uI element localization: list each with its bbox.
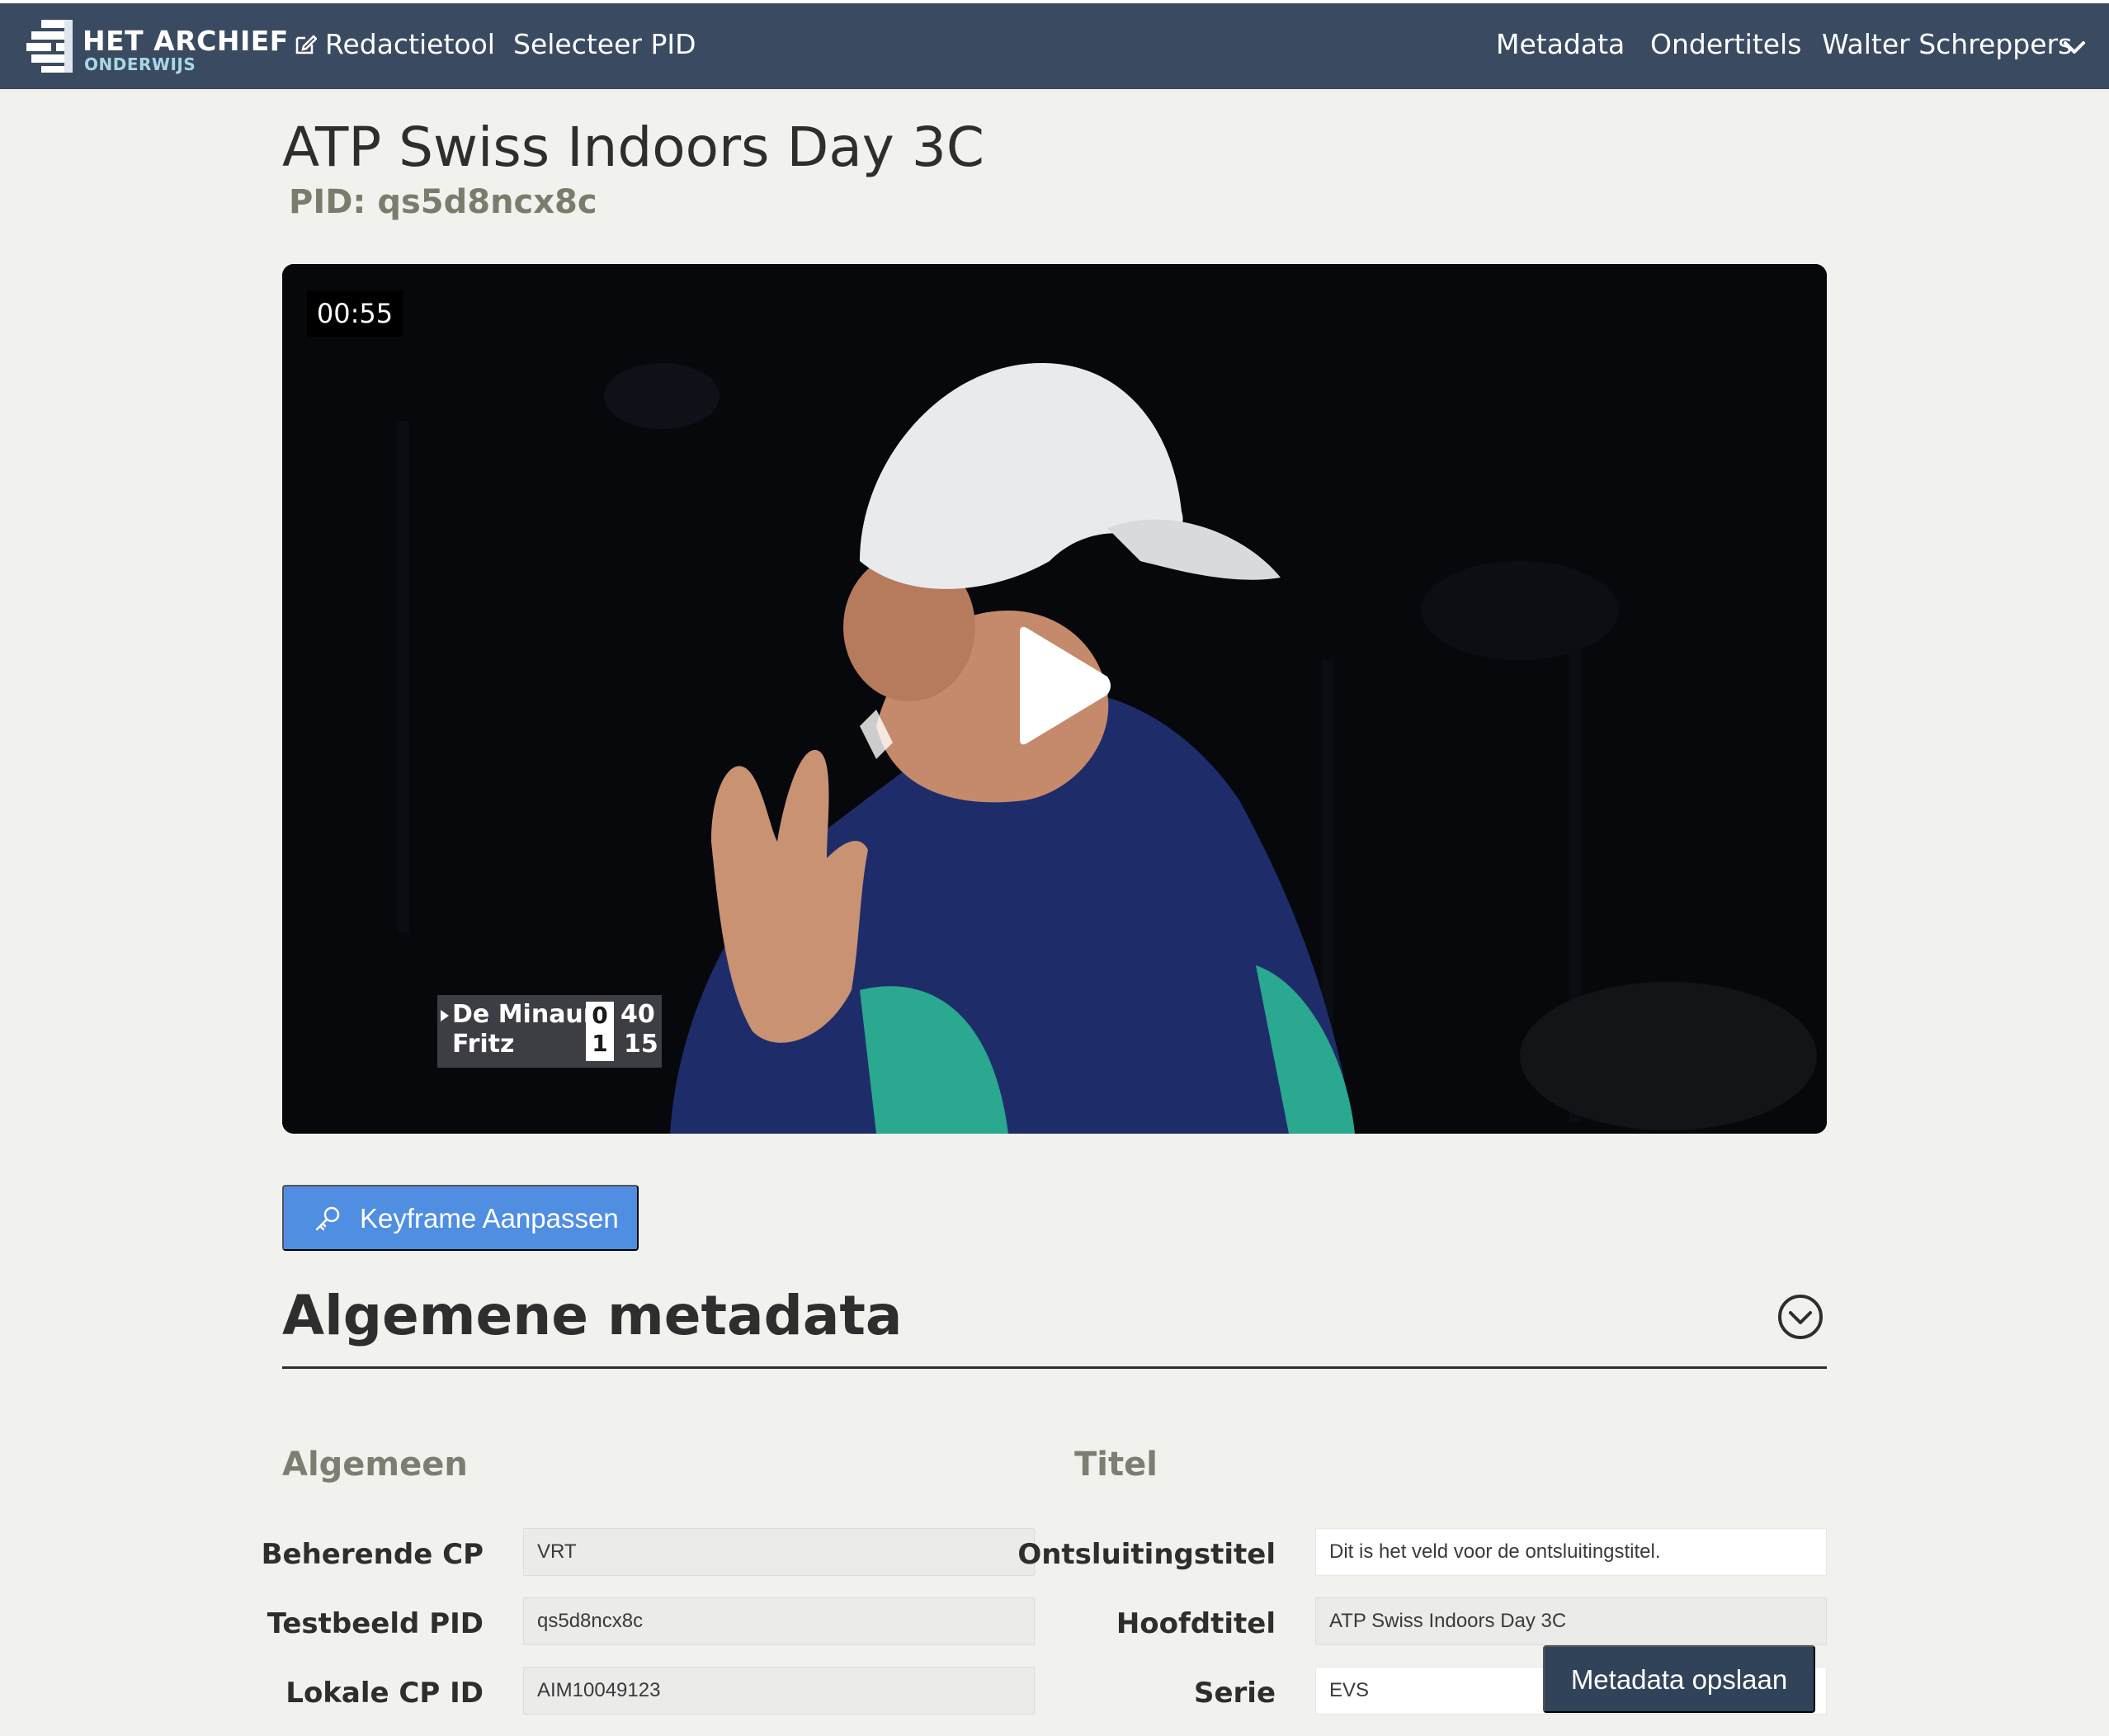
ontsluitingstitel-field[interactable]: Dit is het veld voor de ontsluitingstite… [1315, 1528, 1827, 1576]
group-heading-algemeen: Algemeen [282, 1446, 468, 1484]
nav-redactietool-label: Redactietool [325, 28, 495, 60]
score-set2: 1 [592, 1030, 608, 1057]
nav-selecteer-pid[interactable]: Selecteer PID [513, 28, 696, 60]
testbeeld-pid-field[interactable]: qs5d8ncx8c [523, 1597, 1035, 1645]
group-heading-titel: Titel [1074, 1446, 1158, 1484]
score-player2: Fritz [452, 1030, 515, 1059]
collapse-chevron-icon[interactable] [1777, 1294, 1824, 1340]
score-set1: 0 [592, 1002, 608, 1029]
score-game2: 15 [624, 1030, 658, 1059]
ontsluitingstitel-label: Ontsluitingstitel [1017, 1538, 1276, 1571]
key-icon [315, 1206, 340, 1231]
page-title: ATP Swiss Indoors Day 3C [282, 116, 984, 179]
score-player1: De Minaur [452, 1000, 596, 1029]
lokale-cp-id-label: Lokale CP ID [285, 1677, 484, 1710]
nav-redactietool[interactable]: Redactietool [294, 28, 495, 60]
score-sets: 0 1 [586, 1002, 614, 1061]
chevron-down-icon [2064, 41, 2085, 54]
play-icon[interactable] [1008, 624, 1116, 748]
testbeeld-pid-label: Testbeeld PID [267, 1607, 484, 1640]
video-timecode: 00:55 [307, 290, 403, 337]
section-divider [282, 1366, 1827, 1369]
brand-subname: ONDERWIJS [84, 54, 196, 74]
edit-icon [295, 35, 317, 54]
serve-indicator-icon [441, 1010, 449, 1021]
archive-logo-icon [26, 20, 73, 73]
hoofdtitel-field[interactable]: ATP Swiss Indoors Day 3C [1315, 1597, 1827, 1645]
metadata-opslaan-button[interactable]: Metadata opslaan [1543, 1645, 1815, 1713]
nav-metadata[interactable]: Metadata [1496, 28, 1625, 60]
top-navbar: HET ARCHIEF ONDERWIJS Redactietool Selec… [0, 3, 2109, 89]
pid-label: PID: qs5d8ncx8c [289, 183, 597, 221]
brand-logo[interactable]: HET ARCHIEF ONDERWIJS [26, 20, 288, 76]
user-menu[interactable]: Walter Schreppers [1822, 28, 2085, 60]
scoreboard-overlay: De Minaur Fritz 0 1 40 15 [437, 995, 662, 1068]
user-name: Walter Schreppers [1822, 28, 2073, 60]
beherende-cp-field[interactable]: VRT [523, 1528, 1035, 1576]
section-title: Algemene metadata [282, 1284, 903, 1347]
nav-ondertitels[interactable]: Ondertitels [1650, 28, 1801, 60]
video-player[interactable]: 00:55 De Minaur Fritz 0 1 40 15 [282, 264, 1827, 1134]
serie-label: Serie [1193, 1677, 1276, 1710]
keyframe-aanpassen-button[interactable]: Keyframe Aanpassen [282, 1185, 639, 1251]
brand-name: HET ARCHIEF [83, 25, 289, 57]
score-game1: 40 [620, 1000, 655, 1029]
beherende-cp-label: Beherende CP [261, 1538, 484, 1571]
lokale-cp-id-field[interactable]: AIM10049123 [523, 1667, 1035, 1715]
hoofdtitel-label: Hoofdtitel [1116, 1607, 1276, 1640]
keyframe-aanpassen-label: Keyframe Aanpassen [360, 1203, 619, 1234]
